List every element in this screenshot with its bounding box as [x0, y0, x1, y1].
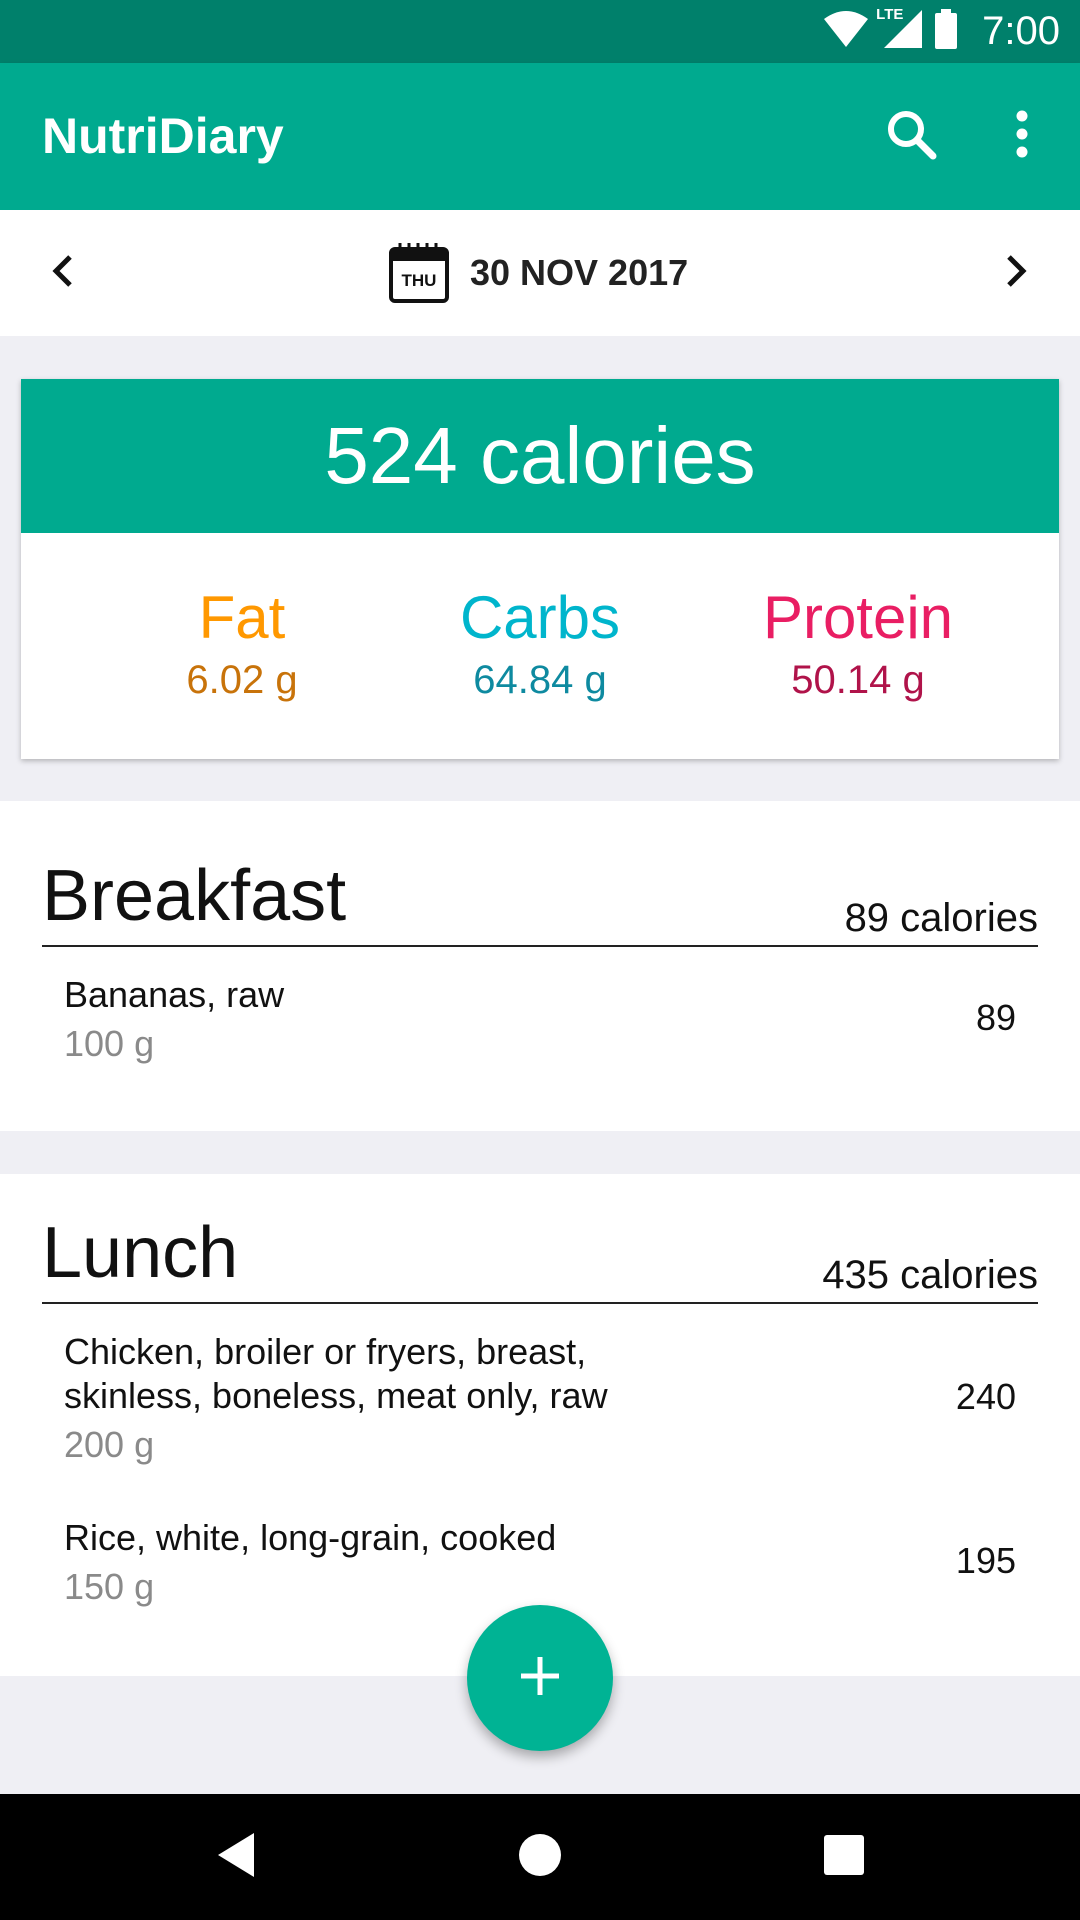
date-bar: THU 30 NOV 2017: [0, 210, 1080, 336]
recents-square-icon: [823, 1834, 865, 1881]
food-name: Rice, white, long-grain, cooked: [64, 1517, 557, 1558]
meal-calories: 435 calories: [822, 1253, 1038, 1297]
food-quantity: 100 g: [64, 1023, 155, 1064]
food-name: Chicken, broiler or fryers, breast, skin…: [64, 1331, 608, 1416]
macro-label: Protein: [762, 584, 954, 651]
macro-value: 64.84 g: [473, 658, 607, 702]
food-item[interactable]: Rice, white, long-grain, cooked 150 g 19…: [64, 1516, 1016, 1616]
total-calories: 524 calories: [21, 379, 1059, 533]
macro-label: Carbs: [459, 584, 621, 651]
status-time: 7:00: [982, 9, 1060, 53]
system-navigation-bar: [0, 1794, 1080, 1920]
meal-header[interactable]: Breakfast 89 calories: [42, 856, 1038, 947]
meal-header[interactable]: Lunch 435 calories: [42, 1213, 1038, 1304]
date-picker[interactable]: THU 30 NOV 2017: [388, 240, 688, 306]
home-button[interactable]: [510, 1827, 570, 1887]
home-circle-icon: [517, 1832, 563, 1883]
meal-calories: 89 calories: [844, 896, 1038, 940]
app-title: NutriDiary: [42, 108, 284, 164]
daily-summary-card: 524 calories Fat 6.02 g Carbs 64.84 g Pr…: [21, 379, 1059, 759]
chevron-right-icon: [1001, 254, 1031, 293]
food-item[interactable]: Bananas, raw 100 g 89: [64, 973, 1016, 1073]
back-button[interactable]: [206, 1827, 266, 1887]
network-type-label: LTE: [876, 6, 904, 23]
macro-fat: Fat 6.02 g: [92, 583, 392, 703]
search-button[interactable]: [876, 101, 946, 171]
chevron-left-icon: [48, 254, 78, 293]
food-quantity: 200 g: [64, 1424, 155, 1465]
food-name: Bananas, raw: [64, 974, 285, 1015]
meal-title: Lunch: [42, 1213, 239, 1293]
macro-label: Fat: [198, 584, 286, 651]
meal-title: Breakfast: [42, 856, 347, 936]
calendar-day-label: THU: [401, 271, 437, 290]
back-triangle-icon: [214, 1831, 258, 1884]
app-bar: NutriDiary: [0, 63, 1080, 210]
calendar-icon: THU: [388, 241, 450, 305]
more-vert-icon: [1014, 110, 1030, 163]
previous-day-button[interactable]: [28, 238, 98, 308]
recents-button[interactable]: [814, 1827, 874, 1887]
meal-section-lunch: Lunch 435 calories Chicken, broiler or f…: [0, 1174, 1080, 1676]
search-icon: [885, 108, 937, 165]
battery-icon: [934, 9, 958, 54]
next-day-button[interactable]: [981, 238, 1051, 308]
food-item[interactable]: Chicken, broiler or fryers, breast, skin…: [64, 1330, 1016, 1470]
macro-value: 6.02 g: [186, 658, 298, 702]
current-date: 30 NOV 2017: [470, 252, 689, 293]
macro-value: 50.14 g: [791, 658, 925, 702]
macro-protein: Protein 50.14 g: [708, 583, 1008, 703]
food-calories: 89: [975, 997, 1016, 1038]
lte-signal-icon: LTE: [876, 6, 924, 55]
add-food-button[interactable]: [467, 1605, 613, 1751]
macro-carbs: Carbs 64.84 g: [390, 583, 690, 703]
overflow-menu-button[interactable]: [987, 101, 1057, 171]
food-calories: 195: [955, 1540, 1016, 1581]
plus-icon: [518, 1654, 562, 1703]
food-calories: 240: [955, 1376, 1016, 1417]
food-quantity: 150 g: [64, 1566, 155, 1607]
wifi-icon: [822, 9, 870, 54]
meal-section-breakfast: Breakfast 89 calories Bananas, raw 100 g…: [0, 801, 1080, 1131]
status-bar: LTE 7:00: [0, 0, 1080, 63]
